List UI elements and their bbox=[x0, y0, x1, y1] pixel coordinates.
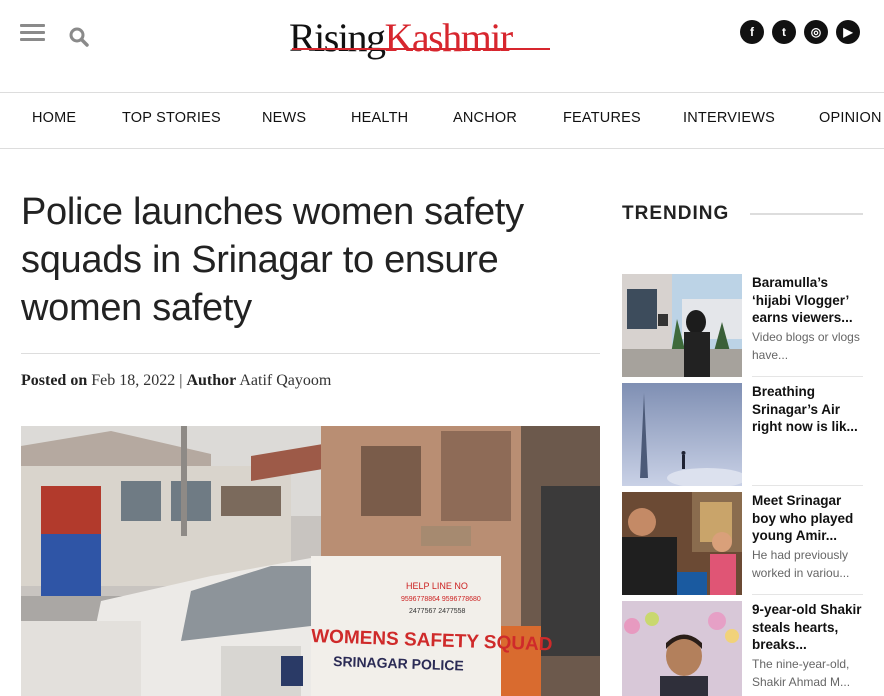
logo-underline bbox=[292, 48, 550, 50]
hero-sign-numbers: 9596778864 9596778680 bbox=[401, 596, 481, 603]
logo-kashmir: Kashmir bbox=[384, 15, 513, 60]
facebook-icon[interactable]: f bbox=[740, 20, 764, 44]
article-hero-image: HELP LINE NO 9596778864 9596778680 24775… bbox=[21, 426, 600, 696]
twitter-icon[interactable]: t bbox=[772, 20, 796, 44]
meta-separator: | bbox=[179, 372, 183, 389]
trending-item-title[interactable]: 9-year-old Shakir steals hearts, breaks.… bbox=[752, 601, 864, 654]
instagram-icon[interactable]: ◎ bbox=[804, 20, 828, 44]
article-headline: Police launches women safety squads in S… bbox=[21, 191, 524, 329]
menu-icon[interactable] bbox=[20, 24, 45, 42]
trending-item: Baramulla’s ‘hijabi Vlogger’ earns viewe… bbox=[622, 274, 864, 377]
trending-thumb-vlogger[interactable] bbox=[622, 274, 742, 377]
trending-item-desc: He had previously worked in variou... bbox=[752, 548, 850, 580]
site-logo[interactable]: RisingKashmir bbox=[289, 12, 553, 64]
trending-separator bbox=[752, 376, 863, 377]
trending-item-title[interactable]: Breathing Srinagar’s Air right now is li… bbox=[752, 383, 864, 436]
nav-opinion[interactable]: OPINION bbox=[819, 110, 882, 126]
nav-top-stories[interactable]: TOP STORIES bbox=[122, 110, 221, 126]
trending-thumb-actor[interactable] bbox=[622, 492, 742, 595]
trending-separator bbox=[752, 485, 863, 486]
trending-thumb-smog[interactable] bbox=[622, 383, 742, 486]
social-links: f t ◎ ▶ bbox=[740, 20, 860, 44]
nav-home[interactable]: HOME bbox=[32, 110, 76, 126]
headline-divider bbox=[21, 353, 600, 354]
nav-anchor[interactable]: ANCHOR bbox=[453, 110, 517, 126]
nav-news[interactable]: NEWS bbox=[262, 110, 306, 126]
article-meta: Posted on Feb 18, 2022 | Author Aatif Qa… bbox=[21, 372, 331, 390]
main-nav: HOME TOP STORIES NEWS HEALTH ANCHOR FEAT… bbox=[0, 92, 884, 149]
nav-features[interactable]: FEATURES bbox=[563, 110, 641, 126]
nav-interviews[interactable]: INTERVIEWS bbox=[683, 110, 775, 126]
trending-heading: TRENDING bbox=[622, 203, 730, 224]
author-label: Author bbox=[186, 372, 237, 389]
trending-item: 9-year-old Shakir steals hearts, breaks.… bbox=[622, 601, 864, 696]
trending-divider bbox=[750, 213, 863, 215]
search-icon[interactable] bbox=[68, 26, 90, 48]
youtube-icon[interactable]: ▶ bbox=[836, 20, 860, 44]
trending-item: Breathing Srinagar’s Air right now is li… bbox=[622, 383, 864, 486]
trending-thumb-shakir[interactable] bbox=[622, 601, 742, 696]
trending-item-desc: The nine-year-old, Shakir Ahmad M... bbox=[752, 657, 851, 689]
site-header: RisingKashmir f t ◎ ▶ bbox=[0, 0, 884, 92]
posted-label: Posted on bbox=[21, 372, 88, 389]
trending-item: Meet Srinagar boy who played young Amir.… bbox=[622, 492, 864, 595]
trending-item-desc: Video blogs or vlogs have... bbox=[752, 330, 860, 362]
author-name[interactable]: Aatif Qayoom bbox=[239, 372, 331, 389]
hero-sign-landline: 2477567 2477558 bbox=[409, 608, 466, 615]
post-date: Feb 18, 2022 bbox=[91, 372, 176, 389]
trending-separator bbox=[752, 594, 863, 595]
trending-item-title[interactable]: Baramulla’s ‘hijabi Vlogger’ earns viewe… bbox=[752, 274, 864, 327]
hero-sign-helpline: HELP LINE NO bbox=[406, 581, 468, 591]
logo-rising: Rising bbox=[289, 15, 386, 60]
nav-health[interactable]: HEALTH bbox=[351, 110, 408, 126]
trending-item-title[interactable]: Meet Srinagar boy who played young Amir.… bbox=[752, 492, 864, 545]
